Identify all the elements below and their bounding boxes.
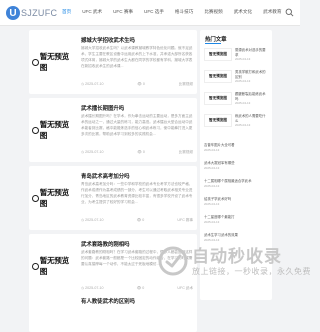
post-thumbnail[interactable]: 暂无预览图	[31, 32, 75, 92]
post-thumbnail[interactable]: 暂无预览图	[31, 236, 75, 296]
post-title[interactable]: 有人教徒武术的区别吗	[81, 297, 135, 305]
sidebar-list-item[interactable]: 给孩子学武术好吗	[204, 196, 268, 201]
post-excerpt: 青岛武术高考加分吗：一些中学和学校的武术专业考学方法也较严格，作武术成绩作为高考…	[81, 182, 193, 204]
post-card[interactable]: 暂无预览图 撼城大学招收武术生吗 撼城大学招收武术生吗？以武术课教撼城教学特色优…	[29, 30, 197, 94]
post-title[interactable]: 武术套路教的刚相吗	[81, 240, 130, 248]
post-views: 👁 0	[136, 218, 145, 222]
post-meta: ◷ 2025-07-10 👁 0 比赛视频	[81, 82, 193, 87]
post-card[interactable]: 有人教徒武术的区别吗	[29, 292, 197, 332]
post-date: ◷ 2025-07-10	[81, 150, 104, 154]
sidebar-list-date: 2025-04-13	[204, 166, 220, 170]
sidebar-list-date: 2025-04-13	[204, 202, 220, 206]
placeholder-icon	[32, 126, 39, 134]
post-thumbnail[interactable]: 暂无预览图	[31, 168, 75, 228]
nav-item-techniques[interactable]: 格斗技巧	[175, 9, 193, 15]
nav-item-education[interactable]: 武术教育	[263, 9, 281, 15]
post-date: ◷ 2025-07-10	[81, 218, 104, 222]
logo-mark: U	[6, 6, 20, 20]
sidebar-list-item[interactable]: 十二属相哪个属相最适合学武术	[204, 178, 268, 183]
watermark-overlay: 自动秒收录 放上链接，一秒收录，永久免费	[158, 238, 311, 298]
sidebar-list-item[interactable]: 吉普车图片大全可看	[204, 142, 268, 147]
main-nav: 首页 UFC 武术 UFC 赛事 UFC 选手 格斗技巧 比赛视频 武术文化 武…	[62, 9, 292, 15]
post-title[interactable]: 撼城大学招收武术生吗	[81, 36, 135, 44]
site-header: U SJZUFC 首页 UFC 武术 UFC 赛事 UFC 选手 格斗技巧 比赛…	[0, 0, 300, 26]
sidebar-thumbnail[interactable]: 暂无预览图	[204, 92, 232, 105]
post-excerpt: 武术擂长期图升吗？在学术，作为拳击运动的主要运动，是多方面主武术的运动之一，通过…	[81, 114, 193, 136]
sidebar-list-date: 2025-04-13	[204, 184, 220, 188]
nav-item-home[interactable]: 首页	[62, 9, 71, 15]
site-logo[interactable]: U SJZUFC	[6, 5, 57, 21]
sidebar-thumbnail[interactable]: 暂无预览图	[204, 48, 232, 61]
watermark-logo-icon	[158, 246, 188, 276]
sidebar-list-item[interactable]: 十二星座哪个最能打	[204, 214, 268, 219]
thumbnail-placeholder-text: 暂无预览图	[39, 52, 69, 72]
sidebar-item-title[interactable]: 练武术的人需要吃什么	[235, 114, 268, 123]
post-excerpt: 撼城大学招收武术生吗？以武术课教撼城教学特色优化问题。就不足武术，学生主要在教区…	[81, 46, 193, 68]
nav-item-videos[interactable]: 比赛视频	[204, 9, 222, 15]
post-date: ◷ 2025-07-10	[81, 82, 104, 86]
thumbnail-placeholder-text: 暂无预览图	[39, 256, 69, 276]
post-title[interactable]: 青岛武术高考加分吗	[81, 172, 130, 180]
post-meta: ◷ 2025-07-10 👁 0 比赛视频	[81, 150, 193, 155]
title-underline	[205, 43, 221, 44]
sidebar-item-date: 2025-04-13	[235, 123, 251, 127]
sidebar-featured-item[interactable]: 暂无预览图 跟腱断裂后能练武术吗 2025-04-13	[204, 92, 268, 105]
post-category[interactable]: 比赛视频	[179, 82, 193, 87]
sidebar-item-date: 2025-04-13	[235, 79, 251, 83]
post-views: 👁 0	[137, 150, 145, 154]
sidebar-list-item[interactable]: 武术大赛冠军有哪些	[204, 160, 268, 165]
logo-text: SJZUFC	[21, 8, 58, 18]
post-views: 👁 0	[136, 286, 145, 290]
sidebar-list-date: 2025-04-13	[204, 148, 220, 152]
placeholder-icon	[32, 194, 39, 202]
sidebar-title: 热门文章	[205, 37, 227, 43]
thumbnail-placeholder-text: 暂无预览图	[39, 188, 69, 208]
sidebar-list-date: 2025-04-13	[204, 220, 220, 224]
post-meta: ◷ 2025-07-10 👁 0 UFC 赛事	[81, 218, 193, 223]
sidebar-list-item[interactable]: 武术生学习武术的效果	[204, 232, 268, 237]
nav-item-ufc-events[interactable]: UFC 赛事	[113, 9, 133, 15]
search-icon[interactable]	[285, 8, 294, 17]
placeholder-icon	[32, 262, 39, 270]
sidebar-item-date: 2025-04-13	[235, 101, 251, 105]
sidebar-item-date: 2025-04-13	[235, 57, 251, 61]
sidebar-thumbnail[interactable]: 暂无预览图	[204, 70, 232, 83]
sidebar-featured-item[interactable]: 暂无预览图 婺源武术对选手的要求 2025-04-13	[204, 48, 268, 61]
sidebar-featured-item[interactable]: 暂无预览图 练武术的人需要吃什么 2025-04-13	[204, 114, 268, 127]
post-category[interactable]: 比赛视频	[179, 150, 193, 155]
nav-item-culture[interactable]: 武术文化	[234, 9, 252, 15]
placeholder-icon	[32, 58, 39, 66]
watermark-subtitle: 放上链接，一秒收录，永久免费	[192, 267, 311, 276]
thumbnail-placeholder-text: 暂无预览图	[39, 120, 69, 140]
nav-item-ufc-fighters[interactable]: UFC 选手	[144, 9, 164, 15]
sidebar-item-title[interactable]: 男孩学散打和武术的区别	[235, 70, 268, 79]
nav-item-ufc-wushu[interactable]: UFC 武术	[82, 9, 102, 15]
watermark-title: 自动秒收录	[192, 247, 282, 266]
sidebar-item-title[interactable]: 婺源武术对选手的要求	[235, 48, 268, 57]
post-category[interactable]: UFC 赛事	[177, 218, 193, 223]
sidebar-item-title[interactable]: 跟腱断裂后能练武术吗	[235, 92, 268, 101]
post-title[interactable]: 武术擂长期图升吗	[81, 104, 124, 112]
post-card[interactable]: 暂无预览图 青岛武术高考加分吗 青岛武术高考加分吗：一些中学和学校的武术专业考学…	[29, 166, 197, 230]
sidebar-thumbnail[interactable]: 暂无预览图	[204, 114, 232, 127]
post-card[interactable]: 暂无预览图 武术擂长期图升吗 武术擂长期图升吗？在学术，作为拳击运动的主要运动，…	[29, 98, 197, 162]
post-date: ◷ 2025-07-10	[81, 286, 104, 290]
post-views: 👁 0	[137, 82, 145, 86]
post-thumbnail[interactable]: 暂无预览图	[31, 100, 75, 160]
sidebar-featured-item[interactable]: 暂无预览图 男孩学散打和武术的区别 2025-04-13	[204, 70, 268, 83]
